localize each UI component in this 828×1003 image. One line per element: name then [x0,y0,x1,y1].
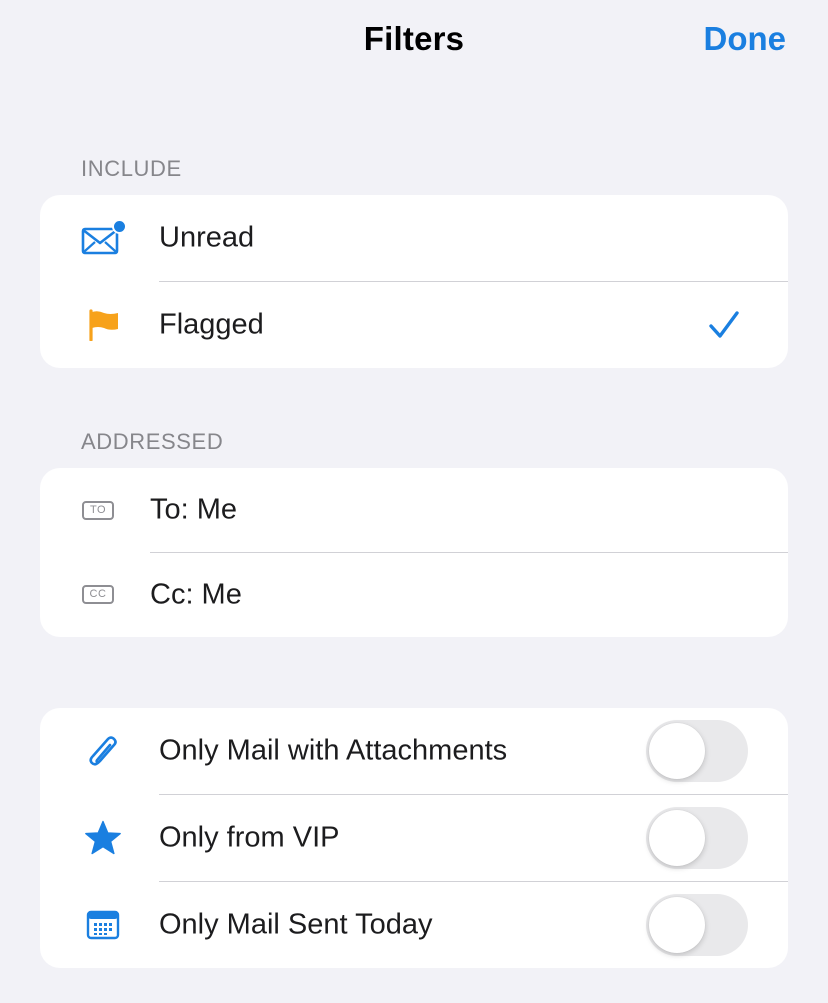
paperclip-icon [86,732,120,770]
calendar-icon [86,909,120,941]
done-button[interactable]: Done [704,20,787,58]
filter-row-sent-today: Only Mail Sent Today [40,881,788,968]
flag-icon [88,308,120,341]
attachments-toggle[interactable] [646,720,748,782]
addressed-section-header: ADDRESSED [81,429,224,454]
to-badge-icon: TO [81,499,115,521]
unread-envelope-icon [80,218,126,258]
filter-label-vip: Only from VIP [159,821,340,853]
filter-row-to-me[interactable]: TO To: Me [40,468,788,552]
filter-label-to-me: To: Me [150,493,238,526]
toggle-knob [649,809,705,866]
star-icon [84,820,122,856]
toggle-knob [649,896,705,953]
vip-toggle[interactable] [646,806,748,869]
navigation-bar: Filters Done [0,0,828,82]
filter-row-vip: Only from VIP [40,794,788,881]
include-card: Unread Flagged [40,195,788,368]
filter-label-flagged: Flagged [159,308,264,340]
filter-label-attachments: Only Mail with Attachments [159,734,508,767]
toggle-knob [649,723,705,779]
filter-row-cc-me[interactable]: CC Cc: Me [40,552,788,637]
filter-row-attachments: Only Mail with Attachments [40,708,788,794]
filter-label-cc-me: Cc: Me [150,578,242,610]
filter-label-sent-today: Only Mail Sent Today [159,908,433,940]
filter-label-unread: Unread [159,221,255,254]
filter-row-unread[interactable]: Unread [40,195,788,281]
include-section-header: INCLUDE [81,156,182,181]
checkmark-icon [708,310,740,340]
filter-row-flagged[interactable]: Flagged [40,281,788,368]
options-card: Only Mail with Attachments Only from VIP [40,708,788,968]
sent-today-toggle[interactable] [646,893,748,956]
addressed-card: TO To: Me CC Cc: Me [40,468,788,637]
cc-badge-icon: CC [81,584,115,606]
